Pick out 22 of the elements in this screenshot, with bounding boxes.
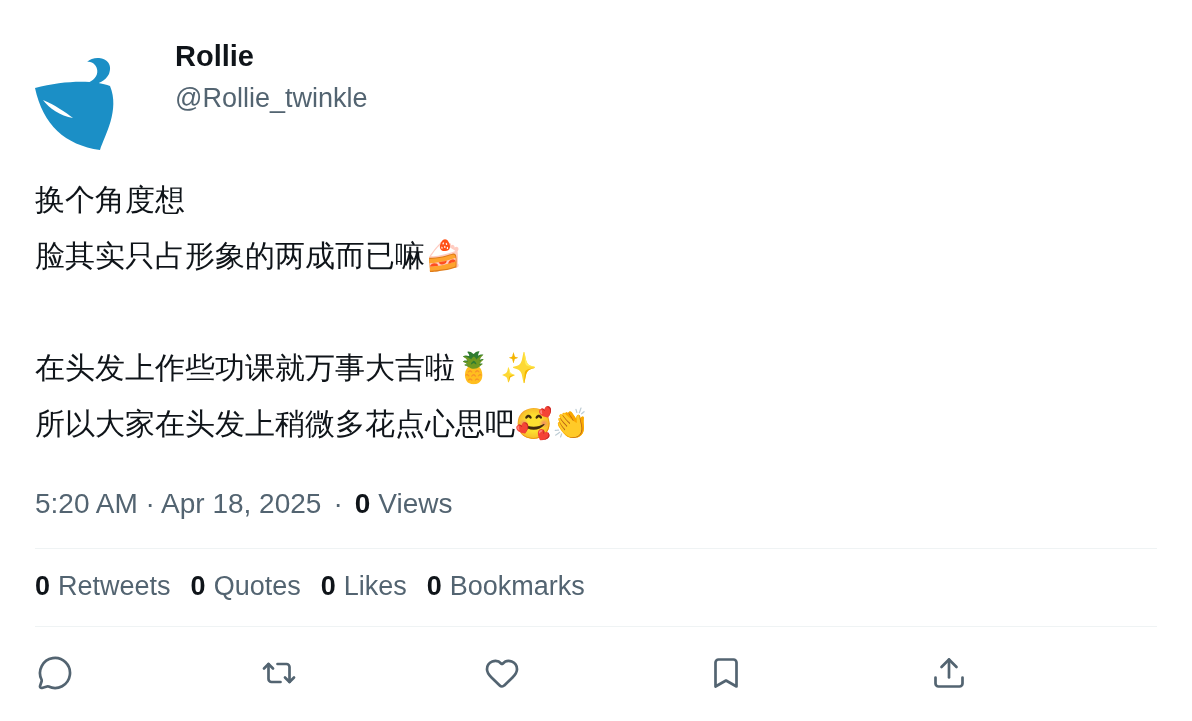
post-text-line: 所以大家在头发上稍微多花点心思吧🥰👏 xyxy=(35,405,590,443)
post-text-line: 脸其实只占形象的两成而已嘛🍰 xyxy=(35,238,463,274)
stat-label[interactable]: Retweets xyxy=(58,571,171,602)
separator-dot: · xyxy=(333,488,343,520)
stat-count[interactable]: 0 xyxy=(426,571,442,602)
stat-label[interactable]: Bookmarks xyxy=(449,571,585,602)
post-text-line: 在头发上作些功课就万事大吉啦🍍 ✨ xyxy=(35,350,539,386)
post-text-line: 换个角度想 xyxy=(35,182,186,218)
stat-label[interactable]: Quotes xyxy=(213,571,301,602)
stat-label[interactable]: Likes xyxy=(343,571,407,602)
views-label: Views xyxy=(378,488,453,520)
author-name[interactable]: Rollie xyxy=(175,40,368,73)
timestamp[interactable]: 5:20 AM · Apr 18, 2025 xyxy=(35,488,322,520)
share-button[interactable] xyxy=(931,655,967,691)
views-count: 0 xyxy=(354,488,371,520)
stat-count[interactable]: 0 xyxy=(35,571,51,602)
author-handle[interactable]: @Rollie_twinkle xyxy=(175,83,368,114)
share-icon xyxy=(931,655,967,691)
stat-count[interactable]: 0 xyxy=(320,571,336,602)
reply-icon xyxy=(37,655,73,691)
stat-count[interactable]: 0 xyxy=(190,571,206,602)
reply-button[interactable] xyxy=(37,655,73,691)
